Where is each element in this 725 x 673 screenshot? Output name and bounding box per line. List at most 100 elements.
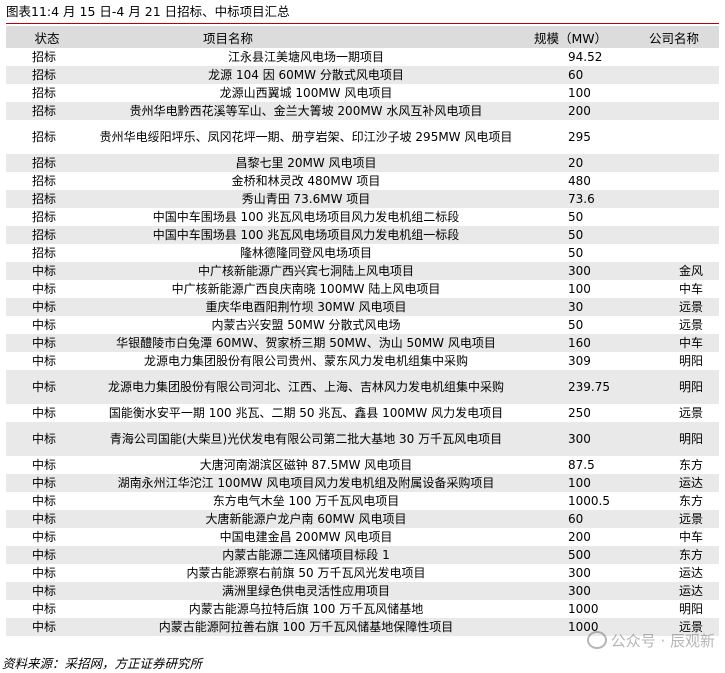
table-row: 中标 重庆华电酉阳荆竹坝 30MW 风电项目 30 远景 <box>6 298 719 316</box>
cell-company <box>629 244 719 262</box>
table-row: 招标 中国中车围场县 100 兆瓦风电场项目风力发电机组二标段 50 <box>6 208 719 226</box>
header-company: 公司名称 <box>629 26 719 48</box>
cell-company: 远景 <box>629 298 719 316</box>
cell-project-name: 青海公司国能(大柴旦)光伏发电有限公司第二批大基地 30 万千瓦风电项目 <box>88 422 524 456</box>
cell-company: 东方 <box>679 493 704 508</box>
cell-project-name: 中广核新能源广西兴宾七洞陆上风电项目 <box>88 262 524 280</box>
table-row: 中标 内蒙古能源察右前旗 50 万千瓦风光发电项目 300 运达 <box>6 564 719 582</box>
table-row: 中标 东方电气木垒 100 万千瓦风电项目 1000.5 东方 <box>6 492 719 510</box>
cell-company: 金风 <box>629 262 719 280</box>
header-scale: 规模（MW） <box>524 26 629 48</box>
cell-status: 中标 <box>6 510 88 528</box>
cell-scale: 239.75 <box>524 370 629 404</box>
wechat-icon <box>586 631 607 649</box>
table-row: 招标 龙源山西翼城 100MW 风电项目 100 <box>6 84 719 102</box>
cell-scale: 73.6 <box>524 190 629 208</box>
cell-company <box>629 102 719 120</box>
table-row: 中标 龙源电力集团股份有限公司河北、江西、上海、吉林风力发电机组集中采购 239.7… <box>6 370 719 404</box>
cell-company <box>629 84 719 102</box>
cell-status: 中标 <box>32 565 57 580</box>
cell-scale: 300 <box>524 422 629 456</box>
cell-status: 中标 <box>32 317 57 332</box>
cell-scale: 300 <box>568 565 591 580</box>
cell-status: 中标 <box>6 474 88 492</box>
table-body: 招标 江永县江美塘风电场一期项目 94.52 招标 龙源 104 因 60MW 分散式风… <box>6 48 719 636</box>
cell-company: 东方 <box>629 546 719 564</box>
cell-company: 明阳 <box>629 370 719 404</box>
cell-project-name: 中国中车围场县 100 兆瓦风电场项目风力发电机组一标段 <box>88 226 524 244</box>
table-row: 招标 中国中车围场县 100 兆瓦风电场项目风力发电机组一标段 50 <box>6 226 719 244</box>
cell-status: 招标 <box>32 245 57 260</box>
cell-project-name: 中广核新能源广西良庆南晓 100MW 陆上风电项目 <box>171 281 441 296</box>
cell-company <box>629 190 719 208</box>
cell-status: 招标 <box>32 49 57 64</box>
cell-status: 中标 <box>32 405 57 420</box>
cell-project-name: 中国电建金昌 200MW 风电项目 <box>219 529 393 544</box>
cell-status: 招标 <box>32 209 57 224</box>
cell-status: 中标 <box>6 334 88 352</box>
cell-scale: 200 <box>568 529 591 544</box>
table-header-row: 状态 项目名称 规模（MW） 公司名称 <box>6 26 719 48</box>
cell-scale: 250 <box>568 405 591 420</box>
cell-project-name: 隆林德隆同登风电场项目 <box>239 245 372 260</box>
cell-project-name: 湖南永州江华沱江 100MW 风电项目风力发电机组及附属设备采购项目 <box>88 474 524 492</box>
cell-project-name: 龙源 104 因 60MW 分散式风电项目 <box>88 66 524 84</box>
table-row: 中标 华银醴陵市白兔潭 60MW、贺家桥三期 50MW、沩山 50MW 风电项目 1… <box>6 334 719 352</box>
cell-scale: 309 <box>568 353 591 368</box>
cell-status: 招标 <box>6 102 88 120</box>
cell-scale: 295 <box>568 129 591 144</box>
cell-status: 中标 <box>6 262 88 280</box>
cell-status: 中标 <box>32 529 57 544</box>
table-row: 招标 贵州华电绥阳坪乐、凤冈花坪一期、册亨岩架、印江沙子坡 295MW 风电项目 2… <box>6 120 719 154</box>
table-row: 中标 满洲里绿色供电灵活性应用项目 300 运达 <box>6 582 719 600</box>
table-row: 招标 江永县江美塘风电场一期项目 94.52 <box>6 48 719 66</box>
cell-company <box>629 172 719 190</box>
cell-company: 运达 <box>629 474 719 492</box>
header-project-name: 项目名称 <box>88 26 524 48</box>
cell-project-name: 内蒙古能源阿拉善右旗 100 万千瓦风储基地保障性项目 <box>88 618 524 636</box>
cell-project-name: 内蒙古兴安盟 50MW 分散式风电场 <box>211 317 401 332</box>
cell-project-name: 龙源山西翼城 100MW 风电项目 <box>219 85 393 100</box>
cell-scale: 100 <box>568 85 591 100</box>
cell-project-name: 东方电气木垒 100 万千瓦风电项目 <box>212 493 400 508</box>
cell-project-name: 贵州华电绥阳坪乐、凤冈花坪一期、册亨岩架、印江沙子坡 295MW 风电项目 <box>99 129 513 144</box>
cell-project-name: 龙源电力集团股份有限公司河北、江西、上海、吉林风力发电机组集中采购 <box>88 370 524 404</box>
table-row: 中标 中广核新能源广西良庆南晓 100MW 陆上风电项目 100 中车 <box>6 280 719 298</box>
table-row: 中标 龙源电力集团股份有限公司贵州、蒙东风力发电机组集中采购 309 明阳 <box>6 352 719 370</box>
cell-project-name: 内蒙古能源乌拉特后旗 100 万千瓦风储基地 <box>188 601 424 616</box>
cell-project-name: 大唐新能源户龙户南 60MW 风电项目 <box>88 510 524 528</box>
table-row: 招标 秀山青田 73.6MW 项目 73.6 <box>6 190 719 208</box>
table-row: 中标 湖南永州江华沱江 100MW 风电项目风力发电机组及附属设备采购项目 100 运… <box>6 474 719 492</box>
table-row: 中标 大唐河南湖滨区磁钟 87.5MW 风电项目 87.5 东方 <box>6 456 719 474</box>
cell-company: 远景 <box>629 510 719 528</box>
source-note: 资料来源：采招网，方正证券研究所 <box>2 656 203 671</box>
cell-project-name: 金桥和林灵改 480MW 项目 <box>231 173 381 188</box>
table-row: 招标 龙源 104 因 60MW 分散式风电项目 60 <box>6 66 719 84</box>
table-row: 招标 隆林德隆同登风电场项目 50 <box>6 244 719 262</box>
watermark: 公众号 · 辰观新 <box>586 630 715 651</box>
cell-scale: 50 <box>568 209 584 224</box>
cell-scale: 50 <box>568 245 584 260</box>
table-row: 中标 中广核新能源广西兴宾七洞陆上风电项目 300 金风 <box>6 262 719 280</box>
cell-project-name: 内蒙古能源察右前旗 50 万千瓦风光发电项目 <box>186 565 426 580</box>
cell-status: 中标 <box>32 601 57 616</box>
figure-title: 图表11:4 月 15 日-4 月 21 日招标、中标项目汇总 <box>6 4 290 19</box>
title-divider <box>6 23 719 24</box>
cell-scale: 500 <box>524 546 629 564</box>
cell-status: 招标 <box>6 226 88 244</box>
cell-company: 运达 <box>679 565 704 580</box>
cell-status: 中标 <box>32 493 57 508</box>
cell-scale: 200 <box>524 102 629 120</box>
cell-company: 明阳 <box>679 353 704 368</box>
projects-table: 状态 项目名称 规模（MW） 公司名称 招标 江永县江美塘风电场一期项目 94.52… <box>6 26 719 636</box>
cell-project-name: 重庆华电酉阳荆竹坝 30MW 风电项目 <box>88 298 524 316</box>
cell-company <box>629 66 719 84</box>
cell-status: 招标 <box>6 190 88 208</box>
cell-status: 中标 <box>32 457 57 472</box>
cell-status: 中标 <box>6 370 88 404</box>
cell-company: 远景 <box>679 317 704 332</box>
cell-scale: 87.5 <box>568 457 595 472</box>
cell-scale: 300 <box>524 582 629 600</box>
cell-scale: 50 <box>524 226 629 244</box>
cell-scale: 1000.5 <box>568 493 610 508</box>
